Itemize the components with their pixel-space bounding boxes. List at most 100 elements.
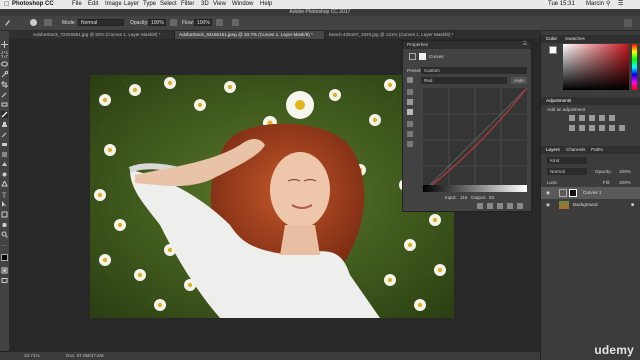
menu-edit[interactable]: Edit — [88, 0, 98, 9]
channel-select[interactable]: Red — [421, 77, 507, 84]
tab-document-1[interactable]: AdobeStock_72326881.jpg @ 50% (Curves 1,… — [29, 31, 175, 39]
smooth-curve-icon[interactable] — [407, 141, 413, 147]
layer-mask-icon[interactable] — [419, 53, 426, 60]
foreground-swatch[interactable] — [549, 46, 557, 54]
layer-name[interactable]: Curves 1 — [583, 187, 601, 199]
pressure-opacity-icon[interactable] — [170, 19, 177, 26]
brush-panel-icon[interactable] — [44, 19, 52, 26]
brush-size-icon[interactable] — [30, 19, 37, 26]
marquee-tool-icon[interactable] — [1, 51, 8, 58]
clone-stamp-tool-icon[interactable] — [1, 121, 8, 128]
curves-graph[interactable] — [422, 87, 528, 193]
opacity-field[interactable]: 100% — [148, 19, 166, 26]
tab-channels[interactable]: Channels — [566, 146, 585, 154]
tab-swatches[interactable]: Swatches — [565, 35, 585, 43]
workspace-icon[interactable] — [624, 19, 632, 27]
foreground-color-swatch[interactable] — [1, 254, 8, 261]
vibrance-icon[interactable] — [609, 115, 615, 121]
preset-select[interactable]: Custom — [421, 67, 527, 74]
menu-window[interactable]: Window — [232, 0, 253, 9]
quick-mask-icon[interactable] — [1, 267, 8, 274]
user-name[interactable]: Marcin — [586, 0, 604, 9]
tab-paths[interactable]: Paths — [591, 146, 603, 154]
brightness-icon[interactable] — [569, 115, 575, 121]
layer-mask-thumbnail[interactable] — [569, 189, 577, 197]
screen-mode-icon[interactable] — [1, 277, 8, 284]
zoom-level[interactable]: 33.71% — [24, 352, 40, 360]
menu-file[interactable]: File — [72, 0, 82, 9]
eye-icon[interactable]: ◉ — [546, 199, 550, 211]
sample-black-icon[interactable] — [407, 89, 413, 95]
clip-to-layer-icon[interactable] — [477, 203, 483, 209]
flow-field[interactable]: 100% — [194, 19, 212, 26]
apple-icon[interactable]:  — [4, 0, 9, 9]
view-previous-icon[interactable] — [487, 203, 493, 209]
color-lookup-icon[interactable] — [619, 125, 625, 131]
history-brush-tool-icon[interactable] — [1, 131, 8, 138]
dodge-tool-icon[interactable] — [1, 171, 8, 178]
sample-gray-icon[interactable] — [407, 99, 413, 105]
menu-3d[interactable]: 3D — [201, 0, 209, 9]
bw-icon[interactable] — [589, 125, 595, 131]
move-tool-icon[interactable] — [1, 41, 8, 48]
blur-tool-icon[interactable] — [1, 161, 8, 168]
exposure-icon[interactable] — [599, 115, 605, 121]
hand-tool-icon[interactable] — [1, 221, 8, 228]
mode-select[interactable]: Normal — [78, 19, 124, 26]
path-select-tool-icon[interactable] — [1, 201, 8, 208]
menu-layer[interactable]: Layer — [124, 0, 139, 9]
zoom-tool-icon[interactable] — [1, 231, 8, 238]
trash-icon[interactable] — [517, 203, 523, 209]
brush-tool-icon[interactable] — [1, 111, 8, 118]
type-tool-icon[interactable]: T — [1, 191, 8, 199]
more-tools-icon[interactable]: ··· — [1, 241, 8, 248]
healing-brush-tool-icon[interactable] — [1, 101, 8, 108]
eraser-tool-icon[interactable] — [1, 141, 8, 148]
tab-document-2[interactable]: AdobeStock_84165151.jpeg @ 33.7% (Curves… — [175, 31, 325, 39]
menu-image[interactable]: Image — [105, 0, 122, 9]
search-icon[interactable]: ⚲ — [606, 0, 610, 9]
curves-icon[interactable] — [589, 115, 595, 121]
airbrush-icon[interactable] — [216, 19, 223, 26]
tab-color[interactable]: Color — [546, 35, 557, 43]
visibility-icon[interactable] — [507, 203, 513, 209]
eyedropper-tool-icon[interactable] — [1, 91, 8, 98]
menu-help[interactable]: Help — [260, 0, 272, 9]
layer-name[interactable]: Background — [573, 199, 598, 211]
layer-opacity-value[interactable]: 100% — [619, 169, 631, 174]
output-value[interactable]: 93 — [489, 195, 494, 200]
sample-white-icon[interactable] — [407, 109, 413, 115]
reset-icon[interactable] — [497, 203, 503, 209]
pen-tool-icon[interactable] — [1, 181, 8, 188]
crop-tool-icon[interactable] — [1, 81, 8, 88]
input-value[interactable]: 115 — [460, 195, 467, 200]
menu-app[interactable]: Photoshop CC — [12, 0, 54, 9]
auto-button[interactable]: Auto — [511, 77, 527, 84]
eye-icon[interactable]: ◉ — [546, 187, 550, 199]
layer-row-background[interactable]: ◉ Background ■ — [541, 199, 640, 211]
document-image[interactable] — [90, 75, 454, 318]
layer-row-curves[interactable]: ◉ Curves 1 — [541, 187, 640, 199]
lasso-tool-icon[interactable] — [1, 61, 8, 68]
menu-type[interactable]: Type — [143, 0, 156, 9]
channel-mixer-icon[interactable] — [609, 125, 615, 131]
gradient-tool-icon[interactable] — [1, 151, 8, 158]
on-image-adjust-icon[interactable] — [407, 77, 413, 83]
menu-select[interactable]: Select — [160, 0, 177, 9]
curve-point-icon[interactable] — [407, 121, 413, 127]
color-picker-field[interactable] — [563, 44, 629, 90]
levels-icon[interactable] — [579, 115, 585, 121]
color-balance-icon[interactable] — [579, 125, 585, 131]
list-icon[interactable]: ☰ — [618, 0, 623, 9]
tool-preset-icon[interactable] — [3, 18, 12, 27]
tab-layers[interactable]: Layers — [546, 146, 560, 154]
hue-slider[interactable] — [632, 44, 637, 90]
hue-sat-icon[interactable] — [569, 125, 575, 131]
layer-filter-select[interactable]: Kind — [547, 157, 587, 164]
panel-menu-icon[interactable]: ☰ — [523, 41, 527, 47]
curve-pencil-icon[interactable] — [407, 131, 413, 137]
blend-mode-select[interactable]: Normal — [547, 168, 587, 175]
photo-filter-icon[interactable] — [599, 125, 605, 131]
menu-filter[interactable]: Filter — [181, 0, 194, 9]
menu-view[interactable]: View — [213, 0, 226, 9]
